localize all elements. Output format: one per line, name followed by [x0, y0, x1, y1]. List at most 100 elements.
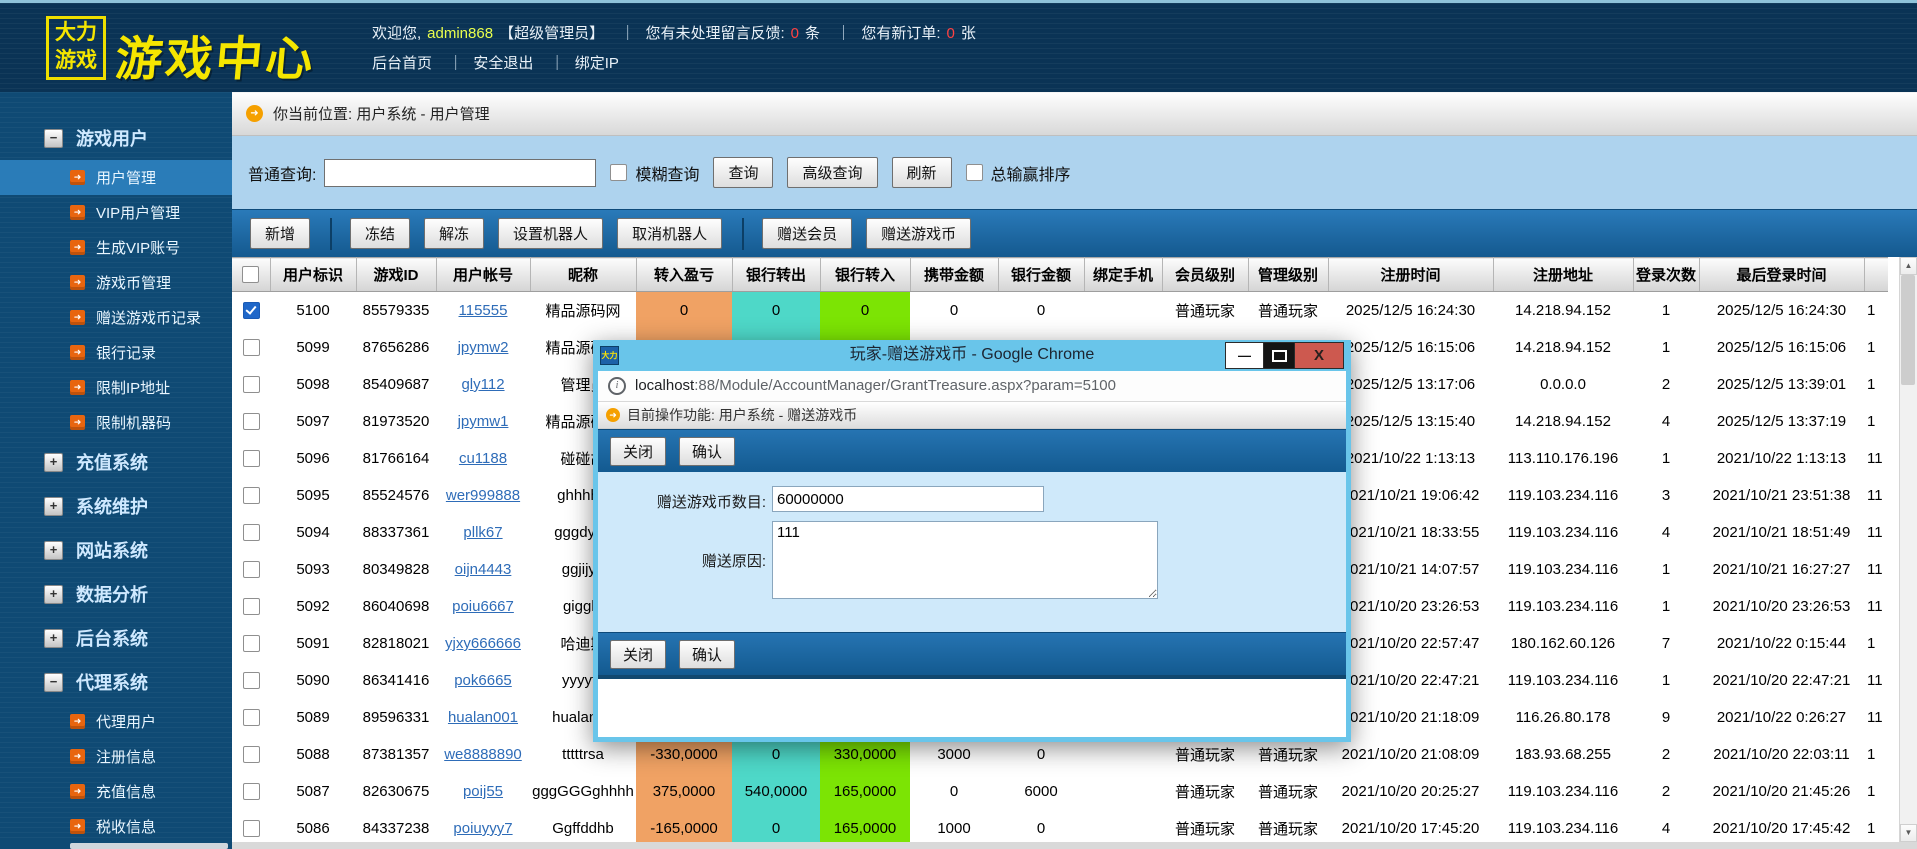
toolbar-button[interactable]: 取消机器人: [617, 218, 722, 249]
confirm-button-top[interactable]: 确认: [679, 437, 735, 466]
close-dialog-button-top[interactable]: 关闭: [610, 437, 666, 466]
sidebar-group[interactable]: −代理系统: [0, 660, 232, 704]
cell-nickname: gggGGGghhhh: [530, 773, 636, 810]
row-checkbox[interactable]: [243, 746, 260, 763]
row-checkbox[interactable]: [243, 598, 260, 615]
vertical-scrollbar[interactable]: ▲ ▼: [1899, 257, 1917, 849]
expand-icon[interactable]: +: [44, 629, 63, 648]
row-checkbox[interactable]: [243, 561, 260, 578]
sidebar-group[interactable]: +数据分析: [0, 572, 232, 616]
account-link[interactable]: hualan001: [448, 709, 518, 726]
row-checkbox[interactable]: [243, 820, 260, 837]
toolbar-button[interactable]: 解冻: [424, 218, 484, 249]
sidebar-group[interactable]: +网站系统: [0, 528, 232, 572]
collapse-icon[interactable]: −: [44, 673, 63, 692]
row-checkbox[interactable]: [243, 302, 260, 319]
account-link[interactable]: 115555: [459, 302, 508, 319]
account-link[interactable]: jpymw1: [458, 413, 509, 430]
toolbar-button[interactable]: 设置机器人: [498, 218, 603, 249]
table-scrollbar-track[interactable]: [232, 842, 1917, 849]
account-link[interactable]: poij55: [463, 783, 503, 800]
expand-icon[interactable]: +: [44, 497, 63, 516]
account-link[interactable]: jpymw2: [458, 339, 509, 356]
sidebar-group[interactable]: +充值系统: [0, 440, 232, 484]
close-dialog-button-bottom[interactable]: 关闭: [610, 640, 666, 669]
info-icon[interactable]: i: [608, 377, 626, 395]
sidebar-item[interactable]: ➜注册信息: [0, 739, 232, 774]
row-checkbox[interactable]: [243, 635, 260, 652]
cell-game_id: 85409687: [356, 366, 436, 403]
row-checkbox[interactable]: [243, 524, 260, 541]
collapse-icon[interactable]: −: [44, 129, 63, 148]
sidebar-item[interactable]: ➜代理用户: [0, 704, 232, 739]
query-button[interactable]: 查询: [713, 157, 773, 188]
sidebar-group[interactable]: +后台系统: [0, 616, 232, 660]
sidebar-item[interactable]: ➜游戏币管理: [0, 265, 232, 300]
url-bar[interactable]: i localhost:88/Module/AccountManager/Gra…: [598, 371, 1346, 402]
horizontal-scrollbar[interactable]: [0, 842, 1917, 849]
advanced-query-button[interactable]: 高级查询: [787, 157, 877, 188]
toolbar-button[interactable]: 赠送游戏币: [866, 218, 971, 249]
account-link[interactable]: cu1188: [459, 450, 507, 467]
sidebar-item[interactable]: ➜充值信息: [0, 774, 232, 809]
row-checkbox[interactable]: [243, 709, 260, 726]
sidebar-item[interactable]: ➜赠送游戏币记录: [0, 300, 232, 335]
order-label: 您有新订单:: [861, 25, 940, 42]
toolbar-button[interactable]: 赠送会员: [762, 218, 852, 249]
expand-icon[interactable]: +: [44, 585, 63, 604]
sidebar-item[interactable]: ➜限制IP地址: [0, 370, 232, 405]
dialog-titlebar[interactable]: 大力 玩家-赠送游戏币 - Google Chrome — X: [597, 340, 1347, 371]
expand-icon[interactable]: +: [44, 541, 63, 560]
sidebar-item[interactable]: ➜银行记录: [0, 335, 232, 370]
sidebar-scrollbar-thumb[interactable]: [70, 843, 228, 849]
row-checkbox[interactable]: [243, 450, 260, 467]
cell-reg_time: 2021/10/21 18:33:55: [1328, 514, 1493, 551]
account-link[interactable]: pok6665: [454, 672, 512, 689]
row-checkbox[interactable]: [243, 672, 260, 689]
scroll-up-button[interactable]: ▲: [1900, 257, 1917, 275]
sidebar-item[interactable]: ➜用户管理: [0, 160, 232, 195]
row-checkbox[interactable]: [243, 376, 260, 393]
scrollbar-thumb[interactable]: [1901, 275, 1915, 385]
account-link[interactable]: oijn4443: [455, 561, 512, 578]
scroll-down-button[interactable]: ▼: [1900, 824, 1917, 842]
account-link[interactable]: pllk67: [463, 524, 502, 541]
account-link[interactable]: we8888890: [444, 746, 522, 763]
minimize-button[interactable]: —: [1225, 342, 1263, 369]
fuzzy-checkbox[interactable]: [610, 164, 627, 181]
account-link[interactable]: poiu6667: [452, 598, 514, 615]
sidebar-group[interactable]: +系统维护: [0, 484, 232, 528]
row-checkbox[interactable]: [243, 413, 260, 430]
total-win-sort-checkbox[interactable]: [966, 164, 983, 181]
sidebar-item[interactable]: ➜生成VIP账号: [0, 230, 232, 265]
account-link[interactable]: wer999888: [446, 487, 520, 504]
nav-logout-link[interactable]: 安全退出: [473, 55, 533, 72]
toolbar-divider: [742, 218, 744, 250]
search-input[interactable]: [324, 159, 596, 187]
account-link[interactable]: gly112: [461, 376, 504, 393]
select-all-checkbox[interactable]: [242, 266, 259, 283]
row-checkbox[interactable]: [243, 487, 260, 504]
table-row[interactable]: 510085579335115555精品源码网00000普通玩家普通玩家2025…: [232, 292, 1888, 330]
account-link[interactable]: yjxy666666: [445, 635, 521, 652]
sidebar-item[interactable]: ➜限制机器码: [0, 405, 232, 440]
maximize-button[interactable]: [1263, 342, 1295, 369]
expand-icon[interactable]: +: [44, 453, 63, 472]
toolbar-button[interactable]: 冻结: [350, 218, 410, 249]
close-window-button[interactable]: X: [1295, 342, 1344, 369]
row-checkbox[interactable]: [243, 783, 260, 800]
sidebar-group[interactable]: −游戏用户: [0, 116, 232, 160]
table-row[interactable]: 508782630675poij55gggGGGghhhh375,0000540…: [232, 773, 1888, 810]
row-checkbox[interactable]: [243, 339, 260, 356]
confirm-button-bottom[interactable]: 确认: [679, 640, 735, 669]
column-header: 管理级别: [1248, 258, 1328, 292]
amount-input[interactable]: [772, 486, 1044, 512]
nav-home-link[interactable]: 后台首页: [372, 55, 432, 72]
refresh-button[interactable]: 刷新: [892, 157, 952, 188]
sidebar-item[interactable]: ➜VIP用户管理: [0, 195, 232, 230]
account-link[interactable]: poiuyyy7: [453, 820, 512, 837]
sidebar-item[interactable]: ➜税收信息: [0, 809, 232, 844]
toolbar-button[interactable]: 新增: [250, 218, 310, 249]
nav-bind-ip-link[interactable]: 绑定IP: [575, 55, 619, 72]
reason-textarea[interactable]: 111: [772, 521, 1158, 599]
